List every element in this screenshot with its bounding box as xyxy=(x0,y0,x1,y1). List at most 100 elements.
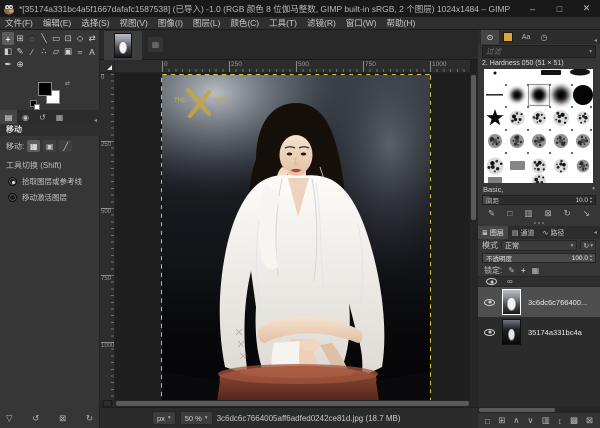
layer-row-2[interactable]: 35174a331bc4a xyxy=(478,317,600,347)
tab-patterns[interactable] xyxy=(499,30,517,44)
duplicate-brush-button[interactable]: ▥ xyxy=(524,208,532,219)
brush-filter-input[interactable]: 过滤 ▾ xyxy=(482,45,596,58)
new-layer-group-button[interactable]: ⊞ xyxy=(498,415,505,426)
mode-group-switch-button[interactable]: ↻ ▾ xyxy=(580,240,596,251)
menu-edit[interactable]: 编辑(E) xyxy=(38,17,76,29)
horizontal-ruler[interactable]: 0 250 500 750 1000 xyxy=(115,60,470,73)
image-tab-extra-icon[interactable]: ▦ xyxy=(148,37,163,52)
canvas-vertical-scrollbar[interactable] xyxy=(470,73,477,400)
tab-fonts[interactable]: Aa xyxy=(517,30,535,44)
minimize-button[interactable]: – xyxy=(519,0,546,17)
delete-layer-button[interactable]: ⊠ xyxy=(586,415,593,426)
vertical-ruler[interactable]: 0 250 500 750 1000 xyxy=(100,73,115,400)
ruler-origin-corner[interactable] xyxy=(100,60,115,73)
menu-tools[interactable]: 工具(T) xyxy=(264,17,302,29)
unit-dropdown[interactable]: px ▾ xyxy=(152,411,176,425)
move-tool-icon[interactable]: + xyxy=(2,32,14,45)
zoom-tool-icon[interactable]: ⊕ xyxy=(14,58,26,71)
pick-layer-radio[interactable] xyxy=(8,177,17,186)
menu-filters[interactable]: 滤镜(R) xyxy=(302,17,341,29)
new-layer-button[interactable]: □ xyxy=(485,416,490,426)
menu-file[interactable]: 文件(F) xyxy=(0,17,38,29)
reset-colors-icon[interactable] xyxy=(30,100,37,107)
new-brush-button[interactable]: □ xyxy=(507,208,512,218)
move-selection-button[interactable]: ▣ xyxy=(43,140,56,152)
reset-tool-options-button[interactable]: ↻ xyxy=(86,413,93,424)
brush-tags-dropdown[interactable]: Basic, ▾ xyxy=(478,183,600,195)
delete-brush-button[interactable]: ⊠ xyxy=(544,208,551,219)
free-select-tool-icon[interactable]: ◌ xyxy=(26,32,38,45)
menu-layer[interactable]: 图层(L) xyxy=(188,17,225,29)
image-tab[interactable] xyxy=(104,31,142,60)
maximize-button[interactable]: □ xyxy=(546,0,573,17)
brush-grid[interactable] xyxy=(484,69,593,183)
layer-list-scrollbar[interactable] xyxy=(478,407,600,413)
edit-brush-button[interactable]: ✎ xyxy=(488,208,495,219)
title-bar[interactable]: *[35174a331bc4a5f1667dafafc1587538] (已导入… xyxy=(0,0,600,17)
quick-mask-toggle[interactable] xyxy=(103,400,112,407)
transform-tool-icon[interactable]: ◇ xyxy=(74,32,86,45)
foreground-color-swatch[interactable] xyxy=(38,82,52,96)
flip-tool-icon[interactable]: ⇄ xyxy=(86,32,98,45)
tab-tool-options[interactable]: ▤ xyxy=(0,110,17,124)
layer-mode-dropdown[interactable]: 正常 ▾ xyxy=(501,240,577,251)
lock-alpha-icon[interactable]: ▦ xyxy=(532,266,540,275)
close-button[interactable]: ✕ xyxy=(573,0,600,17)
layer-row-1[interactable]: 3c6dc6c766400... xyxy=(478,287,600,317)
duplicate-layer-button[interactable]: ▥ xyxy=(542,415,550,426)
text-tool-icon[interactable]: A xyxy=(86,45,98,58)
menu-image[interactable]: 图像(I) xyxy=(153,17,188,29)
opacity-slider[interactable]: 不透明度 100.0 ▴▾ xyxy=(482,253,596,263)
alignment-tool-icon[interactable]: ⊞ xyxy=(14,32,26,45)
pencil-tool-icon[interactable]: ∕ xyxy=(26,45,38,58)
tab-images[interactable]: ▦ xyxy=(51,110,68,124)
ink-tool-icon[interactable]: ✒ xyxy=(2,58,14,71)
lock-pixels-icon[interactable]: ✎ xyxy=(508,266,515,275)
raise-layer-button[interactable]: ∧ xyxy=(513,415,519,426)
hscroll-thumb[interactable] xyxy=(116,401,469,406)
restore-tool-preset-button[interactable]: ↺ xyxy=(32,413,39,424)
menu-select[interactable]: 选择(S) xyxy=(76,17,114,29)
tab-layers[interactable]: ≣ 图层 xyxy=(478,226,508,239)
layer-visibility-icon[interactable] xyxy=(484,329,495,336)
layers-dock-menu-icon[interactable]: ◂ xyxy=(591,229,600,236)
paintbrush-tool-icon[interactable]: ✎ xyxy=(14,45,26,58)
menu-windows[interactable]: 窗口(W) xyxy=(341,17,382,29)
layer-visibility-icon[interactable] xyxy=(484,299,495,306)
move-layer-button[interactable]: ▦ xyxy=(27,140,40,152)
tab-device-status[interactable]: ◉ xyxy=(17,110,34,124)
refresh-brushes-button[interactable]: ↻ xyxy=(564,208,571,219)
tab-paths[interactable]: ∿ 路径 xyxy=(539,226,569,239)
move-active-layer-radio[interactable] xyxy=(8,193,17,202)
measure-tool-icon[interactable]: ╲ xyxy=(38,32,50,45)
brush-dock-menu-icon[interactable]: ◂ xyxy=(591,37,600,44)
menu-help[interactable]: 帮助(H) xyxy=(381,17,420,29)
spin-arrows-icon[interactable]: ▴▾ xyxy=(590,196,592,204)
link-column-icon[interactable]: ∞ xyxy=(507,277,513,286)
visibility-column-icon[interactable] xyxy=(486,278,497,285)
crop-tool-icon[interactable]: ⊡ xyxy=(62,32,74,45)
tab-undo-history[interactable]: ↺ xyxy=(34,110,51,124)
layer-scroll-thumb[interactable] xyxy=(479,408,555,412)
clone-tool-icon[interactable]: ▣ xyxy=(62,45,74,58)
move-path-button[interactable]: ╱ xyxy=(59,140,72,152)
lock-position-icon[interactable]: + xyxy=(521,266,526,275)
delete-tool-preset-button[interactable]: ⊠ xyxy=(59,413,66,424)
eraser-tool-icon[interactable]: ▱ xyxy=(50,45,62,58)
swap-colors-icon[interactable]: ⇄ xyxy=(65,80,70,87)
zoom-dropdown[interactable]: 50 % ▾ xyxy=(180,411,213,425)
menu-view[interactable]: 视图(V) xyxy=(115,17,153,29)
dock-menu-icon[interactable]: ◂ xyxy=(91,117,100,124)
brush-spacing-slider[interactable]: 间距 10.0 ▴▾ xyxy=(482,195,596,205)
bucket-fill-tool-icon[interactable]: ◧ xyxy=(2,45,14,58)
rect-select-tool-icon[interactable]: ▭ xyxy=(50,32,62,45)
save-tool-preset-button[interactable]: ▽ xyxy=(6,413,13,424)
lower-layer-button[interactable]: ∨ xyxy=(527,415,533,426)
tab-channels[interactable]: ▤ 通道 xyxy=(508,226,539,239)
airbrush-tool-icon[interactable]: ∴ xyxy=(38,45,50,58)
spin-arrows-icon[interactable]: ▴▾ xyxy=(590,254,592,262)
open-brush-as-image-button[interactable]: ↘ xyxy=(583,208,590,219)
canvas-horizontal-scrollbar[interactable] xyxy=(115,400,470,407)
tab-brushes[interactable]: ⊙ xyxy=(481,30,499,44)
tab-document-history[interactable]: ◷ xyxy=(535,30,553,44)
